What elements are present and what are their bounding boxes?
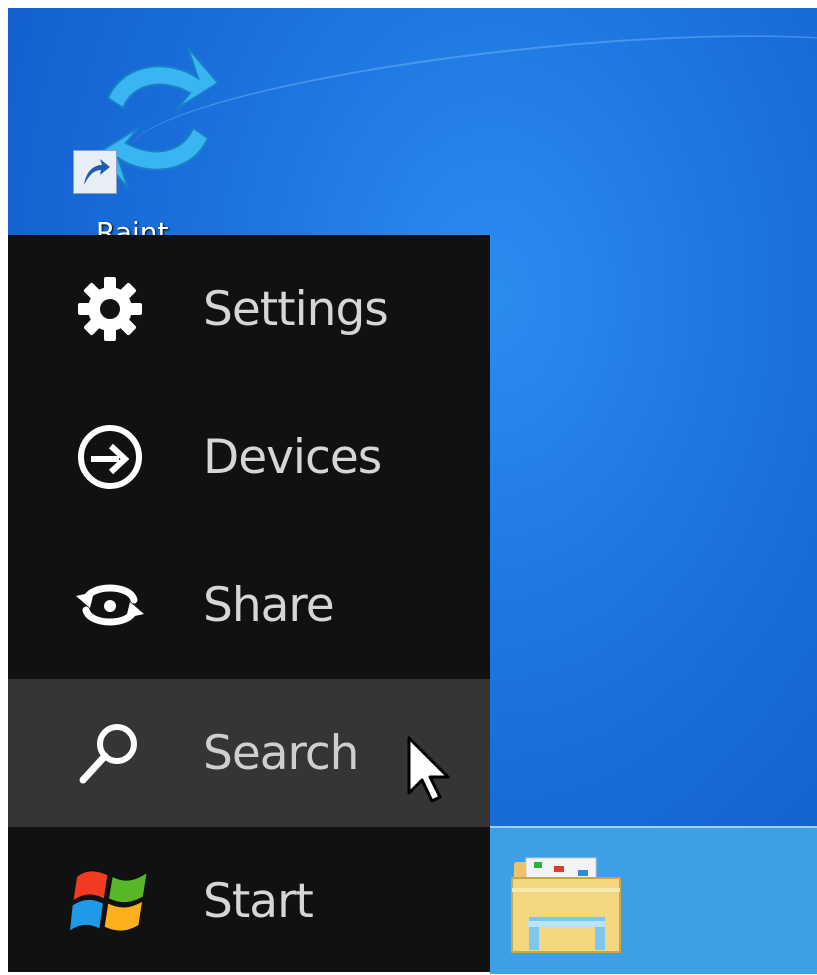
windows-logo-icon: [70, 861, 150, 941]
shortcut-arrow-icon: [73, 150, 117, 194]
charm-label: Share: [203, 577, 335, 633]
devices-icon: [70, 417, 150, 497]
charm-settings[interactable]: Settings: [8, 235, 490, 383]
file-explorer-icon[interactable]: [508, 850, 628, 964]
mouse-cursor-icon: [407, 736, 450, 803]
charm-share[interactable]: Share: [8, 531, 490, 679]
desktop-shortcut[interactable]: Raint: [68, 38, 238, 249]
charm-label: Devices: [203, 429, 382, 485]
charm-label: Start: [203, 873, 314, 929]
charm-label: Search: [203, 725, 359, 781]
taskbar: [490, 826, 817, 974]
charms-bar: Settings Devices Share Search Start: [8, 235, 490, 972]
charm-start[interactable]: Start: [8, 827, 490, 975]
share-icon: [70, 565, 150, 645]
charm-devices[interactable]: Devices: [8, 383, 490, 531]
search-icon: [70, 713, 150, 793]
charm-label: Settings: [203, 281, 389, 337]
gear-icon: [70, 269, 150, 349]
